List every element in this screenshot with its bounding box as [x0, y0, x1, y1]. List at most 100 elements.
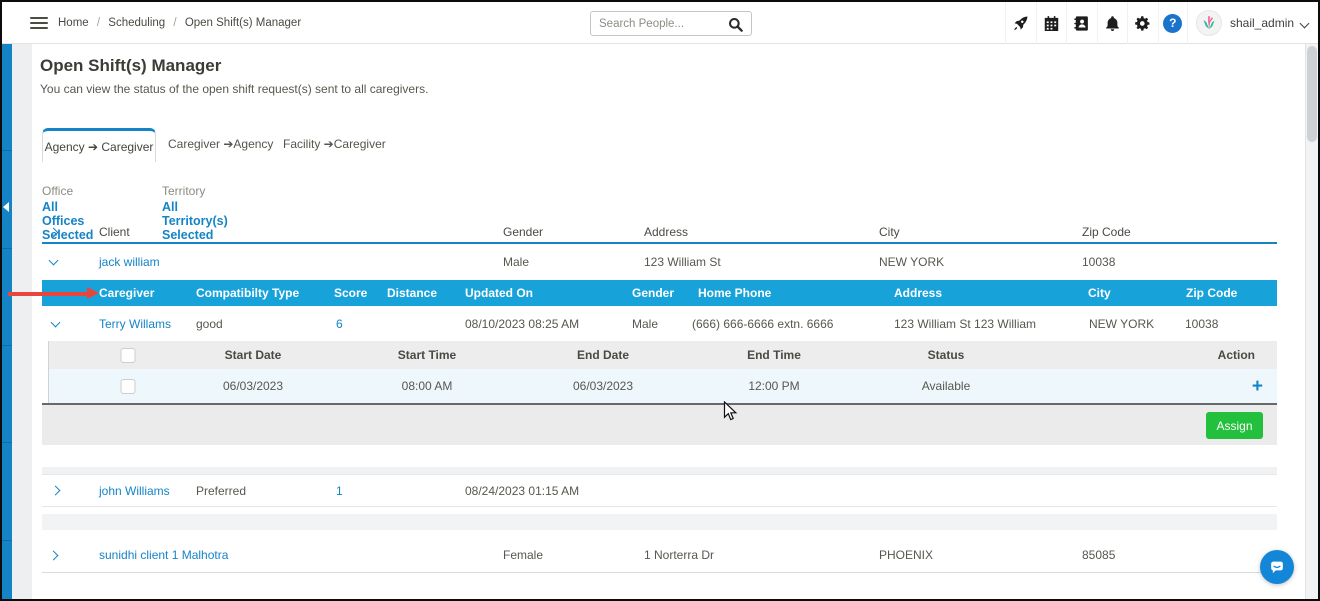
- settings-icon[interactable]: [1127, 2, 1158, 44]
- page-title: Open Shift(s) Manager: [40, 56, 221, 76]
- spacer: [42, 530, 1277, 538]
- sidebar-divider: [2, 540, 12, 541]
- caregiver-table-header: Caregiver Compatibilty Type Score Distan…: [42, 280, 1277, 306]
- col-end-time: End Time: [747, 341, 801, 369]
- add-shift-icon[interactable]: +: [1252, 377, 1263, 396]
- tab-bar: Agency ➔ Caregiver Caregiver ➔Agency Fac…: [42, 128, 942, 162]
- breadcrumb-separator: /: [97, 17, 100, 29]
- search-input[interactable]: [599, 12, 717, 35]
- caregiver-score-link[interactable]: 6: [336, 306, 343, 341]
- launch-icon[interactable]: [1005, 2, 1036, 44]
- chevron-down-icon[interactable]: [1300, 19, 1310, 29]
- col-start-date: Start Date: [225, 341, 282, 369]
- select-all-checkbox[interactable]: [121, 348, 136, 363]
- client-zip: 10038: [1082, 244, 1115, 280]
- col-city: City: [879, 222, 900, 242]
- shift-start-date: 06/03/2023: [223, 369, 283, 403]
- client-name-link[interactable]: sunidhi client 1 Malhotra: [99, 538, 228, 572]
- help-icon[interactable]: ?: [1158, 2, 1189, 44]
- col-zip: Zip Code: [1082, 222, 1131, 242]
- col-address: Address: [644, 222, 688, 242]
- caregiver-compatibility: Preferred: [196, 475, 246, 506]
- col-cg-address: Address: [894, 280, 942, 306]
- main-content: Open Shift(s) Manager You can view the s…: [32, 44, 1305, 599]
- caregiver-name-link[interactable]: john Williams: [99, 475, 170, 506]
- col-client: Client: [99, 222, 130, 242]
- sidebar-divider: [2, 442, 12, 443]
- page-subtitle: You can view the status of the open shif…: [40, 82, 428, 96]
- help-glyph: ?: [1163, 14, 1182, 33]
- topbar-icons: ?: [1005, 2, 1188, 44]
- topbar: Home / Scheduling / Open Shift(s) Manage…: [2, 2, 1318, 44]
- avatar[interactable]: [1196, 10, 1222, 36]
- client-city: PHOENIX: [879, 538, 933, 572]
- col-updated-on: Updated On: [465, 280, 533, 306]
- app-window: Home / Scheduling / Open Shift(s) Manage…: [0, 0, 1320, 601]
- spacer: [42, 507, 1277, 514]
- col-caregiver: Caregiver: [99, 280, 154, 306]
- contacts-icon[interactable]: [1066, 2, 1097, 44]
- calendar-icon[interactable]: [1036, 2, 1067, 44]
- sidebar-divider: [2, 345, 12, 346]
- caregiver-updated-on: 08/24/2023 01:15 AM: [465, 475, 579, 506]
- assign-button[interactable]: Assign: [1206, 412, 1263, 439]
- search-icon[interactable]: [727, 16, 744, 33]
- office-label: Office: [42, 184, 93, 198]
- caregiver-updated-on: 08/10/2023 08:25 AM: [465, 306, 579, 341]
- tab-facility-caregiver[interactable]: Facility ➔Caregiver: [283, 128, 386, 162]
- client-zip: 85085: [1082, 538, 1115, 572]
- caregiver-compatibility: good: [196, 306, 223, 341]
- breadcrumb-home[interactable]: Home: [58, 17, 89, 29]
- col-cg-city: City: [1088, 280, 1111, 306]
- scrollbar-thumb[interactable]: [1307, 46, 1317, 142]
- caregiver-gender: Male: [632, 306, 658, 341]
- shift-status: Available: [922, 369, 970, 403]
- username[interactable]: shail_admin: [1230, 2, 1294, 44]
- caregiver-score-link[interactable]: 1: [336, 475, 343, 506]
- caregiver-address: 123 William St 123 William: [894, 306, 1036, 341]
- caregiver-row-john-williams: john Williams Preferred 1 08/24/2023 01:…: [42, 474, 1277, 507]
- sidebar-collapse-arrow-icon[interactable]: [3, 202, 9, 212]
- client-table-header: Client Gender Address City Zip Code: [42, 222, 1277, 244]
- menu-icon[interactable]: [30, 17, 48, 29]
- expand-row-icon[interactable]: [49, 550, 59, 560]
- client-name-link[interactable]: jack william: [99, 244, 160, 280]
- breadcrumb-scheduling[interactable]: Scheduling: [108, 17, 165, 29]
- spacer: [42, 514, 1277, 530]
- client-row-sunidhi-malhotra: sunidhi client 1 Malhotra Female 1 Norte…: [42, 538, 1277, 573]
- collapse-row-icon[interactable]: [51, 317, 61, 327]
- caregiver-home-phone: (666) 666-6666 extn. 6666: [692, 306, 833, 341]
- breadcrumb: Home / Scheduling / Open Shift(s) Manage…: [58, 2, 301, 44]
- chat-bubble-icon: [1267, 557, 1287, 577]
- col-score: Score: [334, 280, 367, 306]
- open-shifts-table: Client Gender Address City Zip Code jack…: [42, 222, 1277, 573]
- caregiver-name-link[interactable]: Terry Willams: [99, 306, 171, 341]
- client-address: 1 Norterra Dr: [644, 538, 714, 572]
- shift-start-time: 08:00 AM: [402, 369, 453, 403]
- content-gutter: [12, 44, 32, 599]
- shift-table-header: Start Date Start Time End Date End Time …: [49, 341, 1277, 369]
- scrollbar[interactable]: [1305, 44, 1318, 599]
- tab-caregiver-agency[interactable]: Caregiver ➔Agency: [168, 128, 273, 162]
- tab-agency-caregiver[interactable]: Agency ➔ Caregiver: [42, 128, 156, 162]
- caregiver-row-terry-willams: Terry Willams good 6 08/10/2023 08:25 AM…: [42, 306, 1277, 341]
- col-gender: Gender: [503, 222, 543, 242]
- client-city: NEW YORK: [879, 244, 944, 280]
- shift-end-date: 06/03/2023: [573, 369, 633, 403]
- search-box: [590, 11, 752, 36]
- sidebar-collapsed: [2, 44, 12, 599]
- company-logo-icon: [1200, 14, 1218, 32]
- expand-all-icon[interactable]: [49, 227, 59, 237]
- collapse-row-icon[interactable]: [49, 256, 59, 266]
- breadcrumb-current: Open Shift(s) Manager: [185, 17, 301, 29]
- caregiver-city: NEW YORK: [1089, 306, 1154, 341]
- expand-row-icon[interactable]: [51, 486, 61, 496]
- col-end-date: End Date: [577, 341, 629, 369]
- territory-label: Territory: [162, 184, 228, 198]
- spacer: [42, 445, 1277, 467]
- notifications-icon[interactable]: [1097, 2, 1128, 44]
- client-address: 123 William St: [644, 244, 721, 280]
- chat-button[interactable]: [1260, 550, 1294, 584]
- spacer: [42, 467, 1277, 474]
- shift-checkbox[interactable]: [121, 379, 136, 394]
